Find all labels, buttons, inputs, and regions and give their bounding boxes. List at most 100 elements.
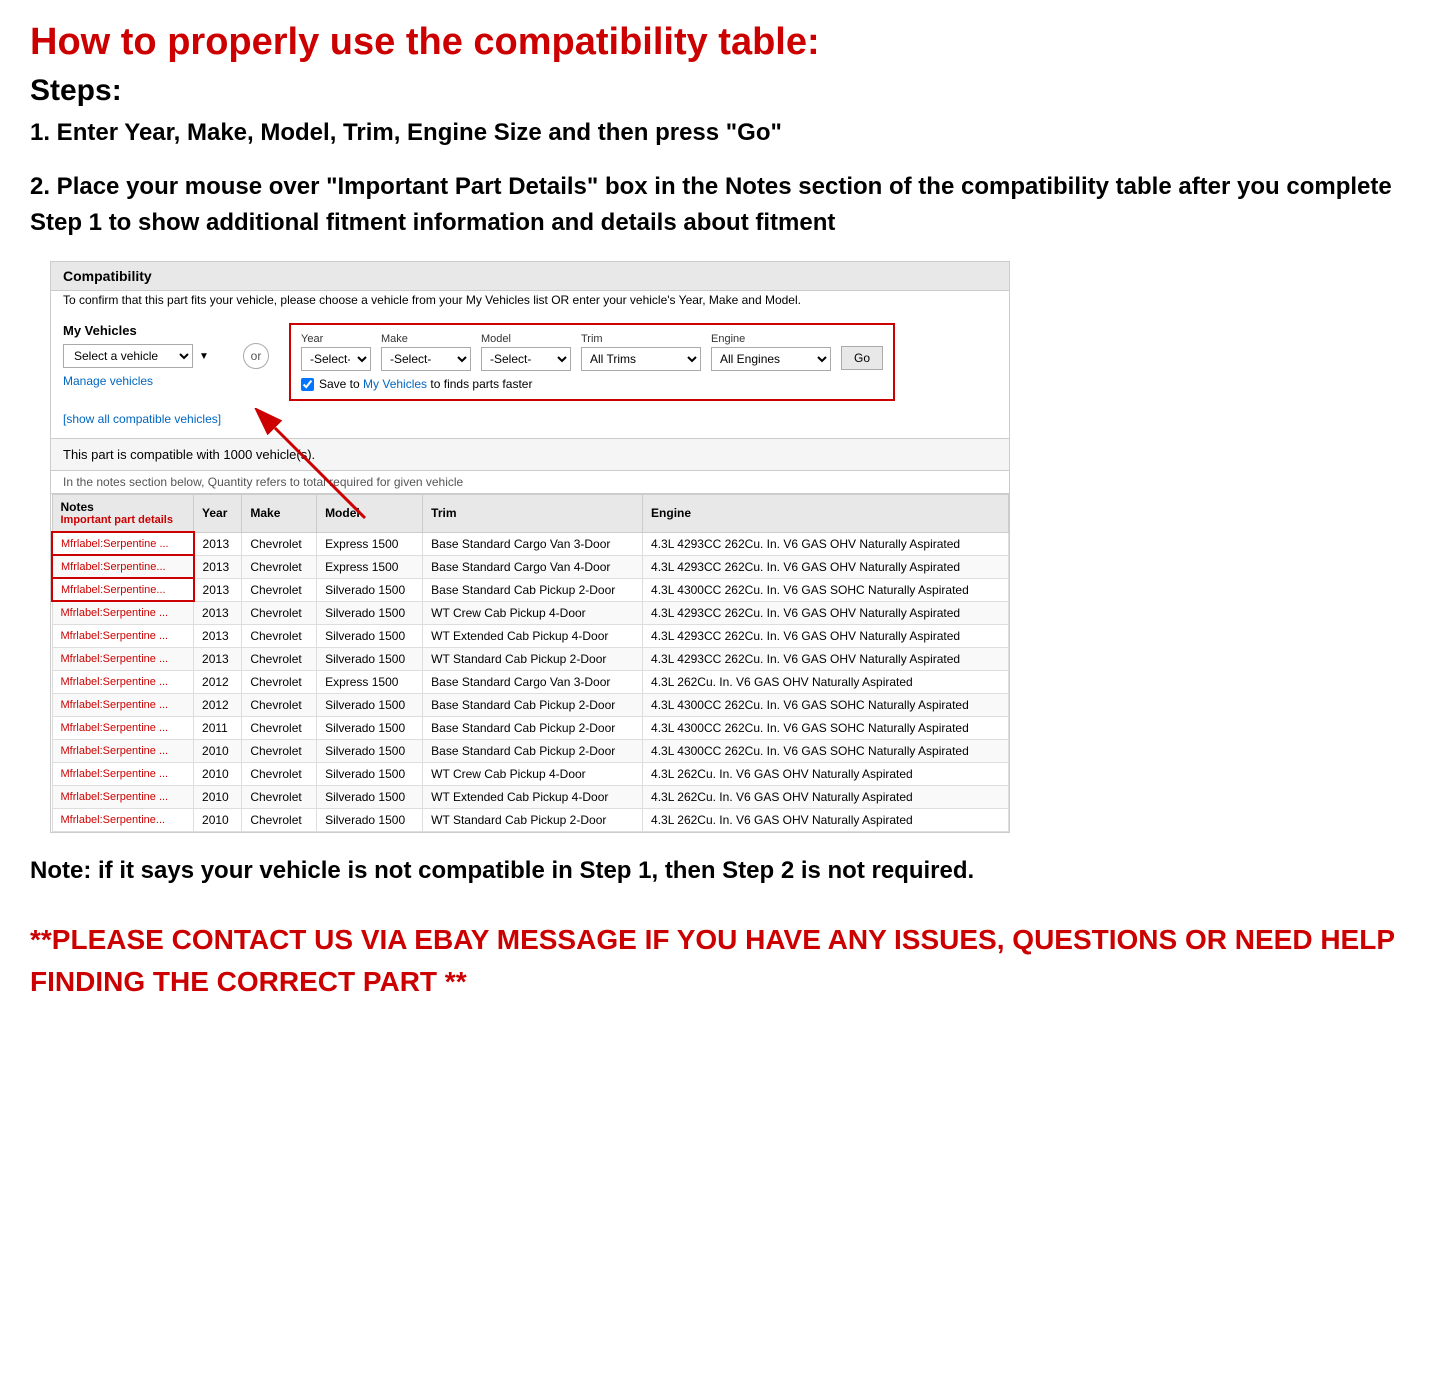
cell-model: Silverado 1500 (317, 762, 423, 785)
table-row: Mfrlabel:Serpentine ...2010ChevroletSilv… (52, 762, 1009, 785)
cell-engine: 4.3L 4293CC 262Cu. In. V6 GAS OHV Natura… (643, 601, 1009, 624)
model-field: Model -Select- (481, 333, 571, 371)
compat-notes-bar: In the notes section below, Quantity ref… (51, 471, 1009, 494)
chevron-down-icon: ▼ (199, 351, 209, 362)
notes-header-main: Notes (61, 500, 186, 514)
trim-select[interactable]: All Trims (581, 347, 701, 371)
cell-notes: Mfrlabel:Serpentine ... (52, 601, 194, 624)
compat-header: Compatibility (51, 262, 1009, 291)
compat-table: Notes Important part details Year Make M… (51, 494, 1009, 832)
table-row: Mfrlabel:Serpentine ...2013ChevroletSilv… (52, 647, 1009, 670)
cell-trim: WT Crew Cab Pickup 4-Door (423, 762, 643, 785)
cell-notes: Mfrlabel:Serpentine ... (52, 693, 194, 716)
cell-engine: 4.3L 4300CC 262Cu. In. V6 GAS SOHC Natur… (643, 693, 1009, 716)
cell-engine: 4.3L 4293CC 262Cu. In. V6 GAS OHV Natura… (643, 532, 1009, 555)
notes-header: Notes Important part details (61, 500, 186, 526)
compat-title: Compatibility (63, 268, 152, 284)
cell-trim: Base Standard Cab Pickup 2-Door (423, 693, 643, 716)
cell-model: Silverado 1500 (317, 624, 423, 647)
cell-model: Silverado 1500 (317, 647, 423, 670)
cell-trim: Base Standard Cargo Van 3-Door (423, 670, 643, 693)
trim-field: Trim All Trims (581, 333, 701, 371)
cell-model: Express 1500 (317, 555, 423, 578)
cell-trim: WT Crew Cab Pickup 4-Door (423, 601, 643, 624)
cell-notes: Mfrlabel:Serpentine ... (52, 716, 194, 739)
make-label: Make (381, 333, 471, 345)
cell-year: 2012 (194, 693, 242, 716)
make-select[interactable]: -Select- (381, 347, 471, 371)
steps-label: Steps: (30, 74, 1415, 108)
cell-engine: 4.3L 262Cu. In. V6 GAS OHV Naturally Asp… (643, 785, 1009, 808)
main-title: How to properly use the compatibility ta… (30, 20, 1415, 66)
cell-make: Chevrolet (242, 532, 317, 555)
cell-model: Express 1500 (317, 532, 423, 555)
col-make: Make (242, 495, 317, 533)
show-all-link[interactable]: [show all compatible vehicles] (63, 412, 221, 426)
cell-year: 2010 (194, 762, 242, 785)
cell-notes: Mfrlabel:Serpentine ... (52, 739, 194, 762)
table-row: Mfrlabel:Serpentine ...2011ChevroletSilv… (52, 716, 1009, 739)
go-button[interactable]: Go (841, 346, 883, 370)
col-engine: Engine (643, 495, 1009, 533)
cell-engine: 4.3L 4293CC 262Cu. In. V6 GAS OHV Natura… (643, 555, 1009, 578)
year-label: Year (301, 333, 371, 345)
cell-notes: Mfrlabel:Serpentine ... (52, 762, 194, 785)
cell-trim: WT Extended Cab Pickup 4-Door (423, 624, 643, 647)
trim-label: Trim (581, 333, 701, 345)
cell-trim: Base Standard Cargo Van 3-Door (423, 532, 643, 555)
cell-notes: Mfrlabel:Serpentine ... (52, 647, 194, 670)
table-row: Mfrlabel:Serpentine...2013ChevroletExpre… (52, 555, 1009, 578)
cell-engine: 4.3L 262Cu. In. V6 GAS OHV Naturally Asp… (643, 670, 1009, 693)
table-row: Mfrlabel:Serpentine ...2013ChevroletSilv… (52, 601, 1009, 624)
table-row: Mfrlabel:Serpentine...2010ChevroletSilve… (52, 808, 1009, 831)
table-header-row: Notes Important part details Year Make M… (52, 495, 1009, 533)
cell-model: Silverado 1500 (317, 785, 423, 808)
cell-make: Chevrolet (242, 601, 317, 624)
or-divider: or (243, 343, 269, 369)
save-checkbox[interactable] (301, 378, 314, 391)
cell-year: 2013 (194, 578, 242, 601)
cell-engine: 4.3L 4300CC 262Cu. In. V6 GAS SOHC Natur… (643, 578, 1009, 601)
cell-model: Silverado 1500 (317, 693, 423, 716)
engine-select[interactable]: All Engines (711, 347, 831, 371)
cell-engine: 4.3L 262Cu. In. V6 GAS OHV Naturally Asp… (643, 808, 1009, 831)
cell-make: Chevrolet (242, 785, 317, 808)
ym-row: Year -Select- Make -Select- Model -Selec… (301, 333, 883, 371)
cell-make: Chevrolet (242, 578, 317, 601)
cell-model: Silverado 1500 (317, 808, 423, 831)
cell-make: Chevrolet (242, 808, 317, 831)
cell-engine: 4.3L 4293CC 262Cu. In. V6 GAS OHV Natura… (643, 647, 1009, 670)
year-select[interactable]: -Select- (301, 347, 371, 371)
cell-trim: Base Standard Cab Pickup 2-Door (423, 578, 643, 601)
cell-model: Silverado 1500 (317, 739, 423, 762)
cell-year: 2010 (194, 785, 242, 808)
cell-make: Chevrolet (242, 670, 317, 693)
model-select[interactable]: -Select- (481, 347, 571, 371)
cell-year: 2013 (194, 601, 242, 624)
my-vehicles-link[interactable]: My Vehicles (363, 377, 427, 391)
my-vehicles-label: My Vehicles (63, 323, 223, 338)
cell-make: Chevrolet (242, 739, 317, 762)
cell-model: Express 1500 (317, 670, 423, 693)
year-make-section: Year -Select- Make -Select- Model -Selec… (289, 323, 895, 401)
table-body: Mfrlabel:Serpentine ...2013ChevroletExpr… (52, 532, 1009, 831)
cell-year: 2010 (194, 808, 242, 831)
compatibility-box: Compatibility To confirm that this part … (50, 261, 1010, 833)
cell-trim: Base Standard Cab Pickup 2-Door (423, 716, 643, 739)
table-row: Mfrlabel:Serpentine ...2010ChevroletSilv… (52, 739, 1009, 762)
table-row: Mfrlabel:Serpentine ...2010ChevroletSilv… (52, 785, 1009, 808)
compat-body: My Vehicles Select a vehicle ▼ Manage ve… (51, 313, 1009, 438)
table-row: Mfrlabel:Serpentine ...2012ChevroletExpr… (52, 670, 1009, 693)
table-row: Mfrlabel:Serpentine ...2013ChevroletSilv… (52, 624, 1009, 647)
col-notes: Notes Important part details (52, 495, 194, 533)
save-row: Save to My Vehicles to finds parts faste… (301, 377, 883, 391)
engine-field: Engine All Engines (711, 333, 831, 371)
table-row: Mfrlabel:Serpentine ...2012ChevroletSilv… (52, 693, 1009, 716)
vehicle-select[interactable]: Select a vehicle (63, 344, 193, 368)
cell-year: 2011 (194, 716, 242, 739)
note-text: Note: if it says your vehicle is not com… (30, 853, 1415, 889)
cell-make: Chevrolet (242, 555, 317, 578)
manage-vehicles-link[interactable]: Manage vehicles (63, 374, 223, 388)
make-field: Make -Select- (381, 333, 471, 371)
save-text: Save to My Vehicles to finds parts faste… (319, 377, 532, 391)
